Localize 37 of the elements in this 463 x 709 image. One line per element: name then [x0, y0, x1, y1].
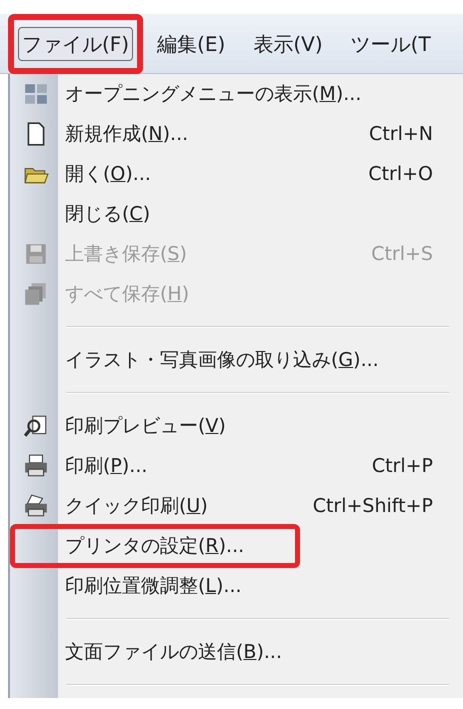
menu-item[interactable]: 文面ファイルの送信(B)... — [10, 632, 463, 672]
menu-bar-item[interactable]: 編集(E) — [153, 26, 230, 60]
menu-item-label: 新規作成(N)... — [64, 122, 188, 147]
printer-icon — [23, 493, 49, 519]
menu-item-label: すべて保存(H) — [64, 282, 190, 307]
menu-item[interactable]: 印刷位置微調整(L)... — [10, 566, 463, 606]
menu-item[interactable]: 開く(O)... Ctrl+O — [10, 154, 463, 194]
printer-icon — [23, 453, 49, 479]
shortcut-label: Ctrl+O — [368, 162, 434, 187]
stacked-pages-icon — [23, 281, 49, 307]
menu-item-label: 印刷位置微調整(L)... — [64, 574, 242, 599]
menu-bar-item[interactable]: 表示(V) — [249, 26, 327, 60]
menu-item-label: オープニングメニューの表示(M)... — [64, 82, 362, 107]
menu-item[interactable]: クイック印刷(U) Ctrl+Shift+P — [10, 486, 463, 526]
menu-item[interactable]: 閉じる(C) — [10, 194, 463, 234]
menu-item[interactable]: イラスト・写真画像の取り込み(G)... — [10, 340, 463, 380]
menu-item-label: 印刷プレビュー(V) — [64, 414, 226, 439]
menu-item-label: 開く(O)... — [64, 162, 151, 187]
shortcut-label: Ctrl+S — [371, 242, 434, 267]
menu-item[interactable]: 新規作成(N)... Ctrl+N — [10, 114, 463, 154]
menu-item[interactable]: プリンタの設定(R)... — [10, 526, 463, 566]
menu-item-label: プリンタの設定(R)... — [64, 534, 244, 559]
menu-item[interactable]: 印刷プレビュー(V) — [10, 406, 463, 446]
menu-item-label: 閉じる(C) — [64, 202, 150, 227]
menu-item-label: イラスト・写真画像の取り込み(G)... — [64, 348, 379, 373]
menu-item-label: 印刷(P)... — [64, 454, 148, 479]
menu-item-label: 上書き保存(S) — [64, 242, 187, 267]
shortcut-label: Ctrl+N — [369, 122, 434, 147]
menu-item[interactable]: 印刷(P)... Ctrl+P — [10, 446, 463, 486]
menu-bar-item[interactable]: ツール(T — [346, 26, 435, 60]
menu-item-label: クイック印刷(U) — [64, 494, 208, 519]
menu-bar-item[interactable]: ファイル(F) — [18, 26, 134, 60]
shortcut-label: Ctrl+Shift+P — [312, 494, 434, 519]
menu-item[interactable]: オープニングメニューの表示(M)... — [10, 74, 463, 114]
menu-item-label: 文面ファイルの送信(B)... — [64, 640, 282, 665]
shortcut-label: Ctrl+P — [372, 454, 434, 479]
magnifier-icon — [23, 413, 49, 439]
